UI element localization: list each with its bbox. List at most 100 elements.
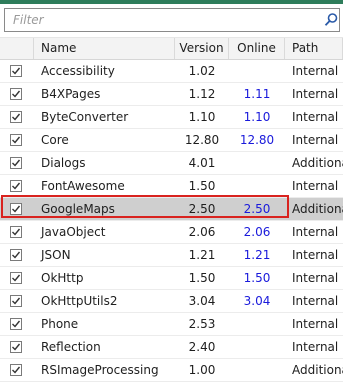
library-version: 1.00 xyxy=(188,363,216,377)
row-checkbox-cell xyxy=(0,106,34,129)
library-version: 2.53 xyxy=(188,317,216,331)
library-name: Core xyxy=(41,133,69,147)
library-online-version xyxy=(229,152,285,175)
row-checkbox-cell xyxy=(0,359,34,382)
library-online-version: 12.80 xyxy=(239,133,275,147)
window-top-bar xyxy=(0,0,343,4)
table-row[interactable]: ByteConverter 1.10 1.10 Internal xyxy=(0,106,343,129)
row-checkbox-cell xyxy=(0,175,34,198)
library-version: 1.50 xyxy=(188,179,216,193)
table-row[interactable]: OkHttp 1.50 1.50 Internal xyxy=(0,267,343,290)
filter-input[interactable] xyxy=(5,9,315,31)
library-online-version xyxy=(229,313,285,336)
table-row[interactable]: Accessibility 1.02 Internal xyxy=(0,60,343,83)
library-path: Additional xyxy=(292,202,343,216)
library-checkbox[interactable] xyxy=(10,295,22,307)
row-checkbox-cell xyxy=(0,244,34,267)
library-path: Internal xyxy=(292,340,339,354)
library-checkbox[interactable] xyxy=(10,272,22,284)
search-icon[interactable] xyxy=(323,12,339,28)
header-path[interactable]: Path xyxy=(285,38,343,59)
table-row[interactable]: Core 12.80 12.80 Internal xyxy=(0,129,343,152)
library-version: 1.50 xyxy=(188,271,216,285)
library-name: RSImageProcessing xyxy=(41,363,159,377)
library-path: Internal xyxy=(292,179,339,193)
library-online-version: 1.10 xyxy=(243,110,271,124)
row-checkbox-cell xyxy=(0,290,34,313)
row-checkbox-cell xyxy=(0,129,34,152)
table-row[interactable]: OkHttpUtils2 3.04 3.04 Internal xyxy=(0,290,343,313)
library-checkbox[interactable] xyxy=(10,364,22,376)
library-version: 2.40 xyxy=(188,340,216,354)
library-path: Internal xyxy=(292,248,339,262)
library-online-version xyxy=(229,175,285,198)
library-name: Dialogs xyxy=(41,156,86,170)
table-row[interactable]: FontAwesome 1.50 Internal xyxy=(0,175,343,198)
library-version: 1.02 xyxy=(188,64,216,78)
library-checkbox[interactable] xyxy=(10,318,22,330)
library-version: 3.04 xyxy=(188,294,216,308)
library-version: 4.01 xyxy=(188,156,216,170)
table-row[interactable]: Reflection 2.40 Internal xyxy=(0,336,343,359)
row-checkbox-cell xyxy=(0,60,34,83)
library-version: 2.06 xyxy=(188,225,216,239)
library-checkbox[interactable] xyxy=(10,88,22,100)
library-path: Internal xyxy=(292,87,339,101)
library-online-version xyxy=(229,359,285,382)
libraries-table: Name Version Online Path Accessibility 1.… xyxy=(0,37,343,382)
library-checkbox[interactable] xyxy=(10,341,22,353)
library-checkbox[interactable] xyxy=(10,65,22,77)
library-path: Internal xyxy=(292,133,339,147)
table-row[interactable]: RSImageProcessing 1.00 Additional xyxy=(0,359,343,382)
library-name: OkHttp xyxy=(41,271,84,285)
library-path: Internal xyxy=(292,225,339,239)
row-checkbox-cell xyxy=(0,198,34,221)
library-online-version xyxy=(229,336,285,359)
library-name: Phone xyxy=(41,317,79,331)
filter-box[interactable] xyxy=(4,8,340,32)
library-checkbox[interactable] xyxy=(10,226,22,238)
library-online-version: 1.11 xyxy=(243,87,271,101)
header-checkbox-column[interactable] xyxy=(0,38,34,59)
library-name: Accessibility xyxy=(41,64,115,78)
library-name: FontAwesome xyxy=(41,179,125,193)
library-path: Additional xyxy=(292,156,343,170)
table-row[interactable]: Phone 2.53 Internal xyxy=(0,313,343,336)
library-path: Internal xyxy=(292,271,339,285)
header-name[interactable]: Name xyxy=(34,38,175,59)
library-version: 1.10 xyxy=(188,110,216,124)
library-version: 1.21 xyxy=(188,248,216,262)
library-name: OkHttpUtils2 xyxy=(41,294,118,308)
row-checkbox-cell xyxy=(0,83,34,106)
library-checkbox[interactable] xyxy=(10,203,22,215)
header-online[interactable]: Online xyxy=(229,38,285,59)
row-checkbox-cell xyxy=(0,221,34,244)
library-online-version: 2.06 xyxy=(243,225,271,239)
table-row[interactable]: JSON 1.21 1.21 Internal xyxy=(0,244,343,267)
library-version: 12.80 xyxy=(184,133,220,147)
table-row[interactable]: Dialogs 4.01 Additional xyxy=(0,152,343,175)
row-checkbox-cell xyxy=(0,267,34,290)
library-online-version: 2.50 xyxy=(243,202,271,216)
library-checkbox[interactable] xyxy=(10,249,22,261)
header-version[interactable]: Version xyxy=(175,38,229,59)
library-version: 1.12 xyxy=(188,87,216,101)
library-checkbox[interactable] xyxy=(10,157,22,169)
library-path: Internal xyxy=(292,110,339,124)
library-checkbox[interactable] xyxy=(10,134,22,146)
row-checkbox-cell xyxy=(0,336,34,359)
library-path: Internal xyxy=(292,317,339,331)
library-version: 2.50 xyxy=(188,202,216,216)
table-row[interactable]: JavaObject 2.06 2.06 Internal xyxy=(0,221,343,244)
table-row[interactable]: GoogleMaps 2.50 2.50 Additional xyxy=(0,198,343,221)
library-name: B4XPages xyxy=(41,87,101,101)
row-checkbox-cell xyxy=(0,152,34,175)
library-path: Internal xyxy=(292,294,339,308)
library-checkbox[interactable] xyxy=(10,180,22,192)
library-online-version: 1.21 xyxy=(243,248,271,262)
library-name: JSON xyxy=(41,248,71,262)
library-online-version: 1.50 xyxy=(243,271,271,285)
library-checkbox[interactable] xyxy=(10,111,22,123)
library-online-version xyxy=(229,60,285,83)
table-row[interactable]: B4XPages 1.12 1.11 Internal xyxy=(0,83,343,106)
